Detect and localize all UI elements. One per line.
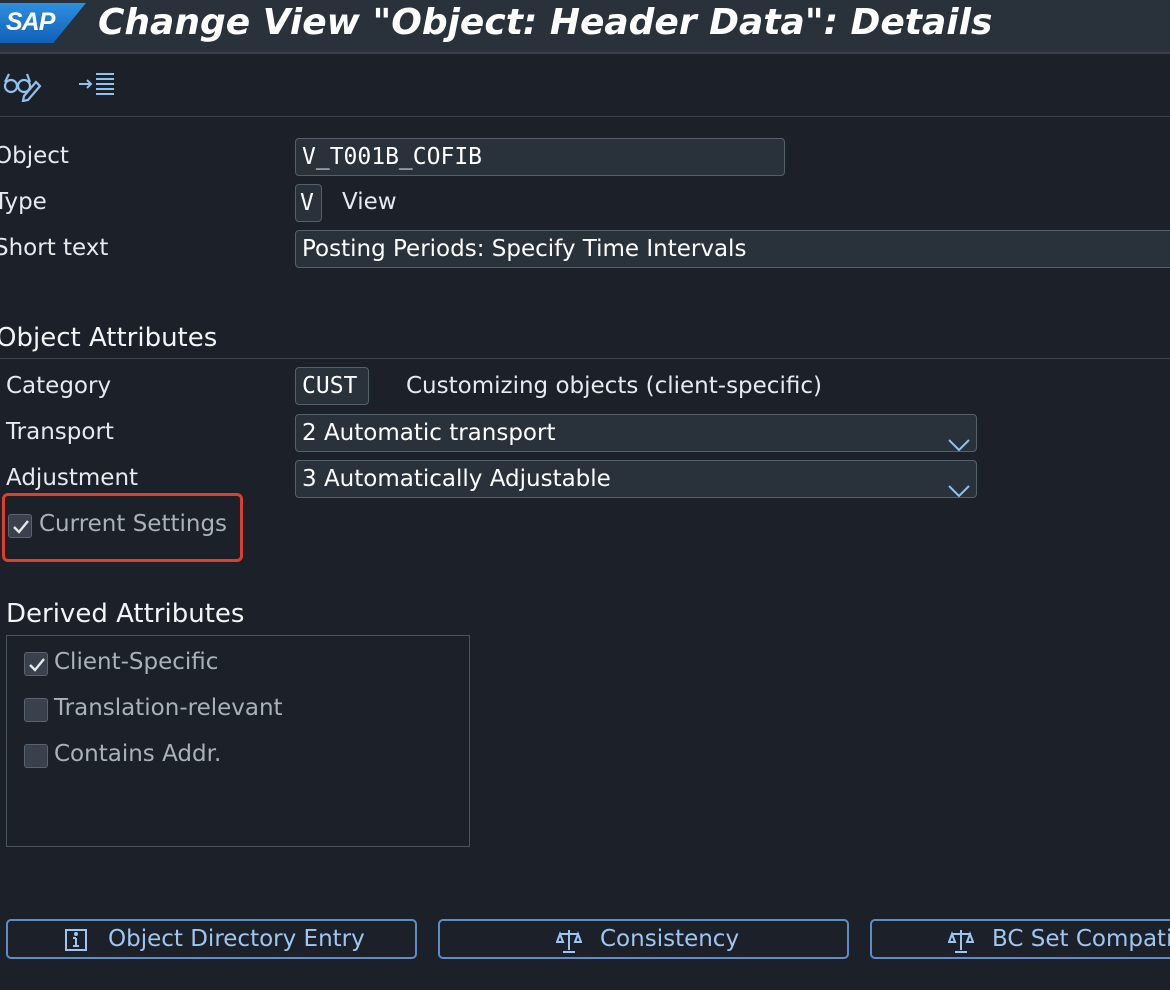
page-title: Change View "Object: Header Data": Detai… bbox=[98, 2, 993, 43]
title-bar: SAP Change View "Object: Header Data": D… bbox=[0, 0, 1170, 54]
balance-scale-icon bbox=[947, 928, 975, 957]
category-label: Category bbox=[6, 373, 112, 399]
adjustment-label: Adjustment bbox=[6, 465, 139, 491]
adjustment-select-value: 3 Automatically Adjustable bbox=[302, 466, 611, 492]
category-field[interactable]: CUST bbox=[295, 367, 369, 405]
category-text: Customizing objects (client-specific) bbox=[406, 373, 822, 399]
contains-addr-label: Contains Addr. bbox=[54, 741, 222, 767]
translation-relevant-label: Translation-relevant bbox=[54, 695, 283, 721]
adjustment-select[interactable]: 3 Automatically Adjustable bbox=[295, 460, 977, 498]
consistency-button[interactable]: Consistency bbox=[438, 919, 849, 959]
type-text: View bbox=[342, 189, 397, 215]
object-field[interactable]: V_T001B_COFIB bbox=[295, 138, 785, 176]
balance-scale-icon bbox=[555, 928, 583, 957]
bc-set-compatibility-button[interactable]: BC Set Compatibility bbox=[870, 919, 1170, 959]
sap-logo: SAP bbox=[0, 3, 86, 43]
expand-list-icon[interactable] bbox=[78, 66, 118, 106]
info-icon bbox=[64, 928, 88, 957]
short-text-field[interactable]: Posting Periods: Specify Time Intervals bbox=[295, 230, 1170, 268]
contains-addr-checkbox[interactable] bbox=[24, 744, 48, 768]
object-attributes-heading: Object Attributes bbox=[0, 323, 218, 353]
display-change-icon[interactable] bbox=[2, 66, 42, 106]
client-specific-checkbox[interactable] bbox=[24, 652, 48, 676]
toolbar bbox=[0, 54, 1170, 117]
object-directory-entry-button[interactable]: Object Directory Entry bbox=[6, 919, 417, 959]
type-field[interactable]: V bbox=[295, 184, 322, 222]
translation-relevant-checkbox[interactable] bbox=[24, 698, 48, 722]
short-text-label: Short text bbox=[0, 235, 109, 261]
consistency-label: Consistency bbox=[600, 926, 740, 952]
object-label: Object bbox=[0, 143, 69, 169]
derived-attributes-heading: Derived Attributes bbox=[6, 599, 245, 629]
client-specific-label: Client-Specific bbox=[54, 649, 219, 675]
transport-select-value: 2 Automatic transport bbox=[302, 420, 556, 446]
object-directory-entry-label: Object Directory Entry bbox=[108, 926, 365, 952]
bc-set-compatibility-label: BC Set Compatibility bbox=[992, 926, 1170, 952]
chevron-down-icon[interactable] bbox=[948, 427, 970, 451]
transport-label: Transport bbox=[6, 419, 114, 445]
transport-select[interactable]: 2 Automatic transport bbox=[295, 414, 977, 452]
chevron-down-icon[interactable] bbox=[948, 473, 970, 497]
highlight-box bbox=[2, 493, 243, 562]
section-divider bbox=[0, 358, 1170, 359]
type-label: Type bbox=[0, 189, 47, 215]
